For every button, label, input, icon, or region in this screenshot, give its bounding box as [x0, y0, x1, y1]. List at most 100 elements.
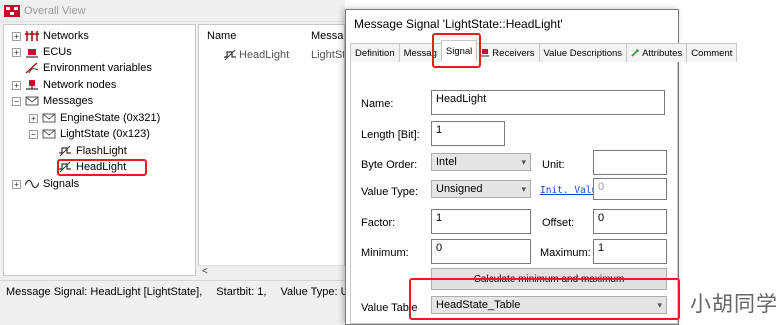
receivers-icon [481, 49, 490, 57]
length-label: Length [Bit]: [361, 129, 420, 141]
signal-icon [224, 49, 236, 61]
value-type-label: Value Type: [361, 186, 419, 198]
value-type-select[interactable]: Unsigned ▾ [431, 180, 531, 198]
tree-item-ecus[interactable]: + ECUs [12, 44, 72, 60]
tree-item-environment-variables[interactable]: Environment variables [25, 60, 152, 76]
tab-message[interactable]: Messag [398, 43, 442, 62]
minimum-field[interactable]: 0 [431, 239, 531, 264]
network-node-icon [26, 80, 38, 90]
tree-label: ECUs [43, 46, 72, 58]
name-field[interactable]: HeadLight [431, 90, 665, 115]
tree-label: Messages [43, 95, 94, 107]
minimum-label: Minimum: [361, 247, 409, 259]
status-bar: Message Signal: HeadLight [LightState], … [0, 280, 345, 302]
list-header: Name Messag [199, 27, 344, 45]
init-value-field[interactable]: 0 [593, 178, 667, 200]
tab-attributes[interactable]: Attributes [626, 43, 688, 62]
expand-icon[interactable]: + [12, 80, 21, 90]
tree-label: FlashLight [76, 145, 127, 157]
expand-icon[interactable]: + [29, 113, 38, 123]
calculate-min-max-button[interactable]: Calculate minimum and maximum [431, 268, 667, 290]
tab-label: Attributes [642, 47, 683, 59]
status-value-type: Value Type: U [280, 285, 345, 298]
dialog-title: Message Signal 'LightState::HeadLight' [354, 17, 563, 31]
column-header-message[interactable]: Messag [311, 30, 344, 42]
byte-order-select[interactable]: Intel ▾ [431, 153, 531, 171]
status-startbit: Startbit: 1, [216, 285, 267, 298]
message-icon [42, 129, 56, 139]
chevron-down-icon: ▾ [521, 183, 526, 194]
value-table-value: HeadState_Table [436, 299, 521, 311]
signal-tab-panel: Name: HeadLight Length [Bit]: 1 Byte Ord… [350, 62, 678, 324]
ecu-icon [26, 49, 38, 58]
message-icon [42, 113, 56, 123]
length-field[interactable]: 1 [431, 121, 505, 146]
name-label: Name: [361, 98, 394, 110]
object-tree: + Networks + ECUs Environment variables [3, 24, 196, 276]
tab-label: Comment [691, 47, 733, 59]
value-table-select[interactable]: HeadState_Table ▾ [431, 296, 667, 314]
overall-view-window: Overall View + Networks + ECUs Environme… [0, 0, 345, 325]
collapse-icon[interactable]: − [29, 129, 38, 139]
signal-list: Name Messag HeadLight LightSt [198, 24, 345, 276]
expand-icon[interactable]: + [12, 31, 21, 41]
networks-icon [25, 31, 39, 41]
overall-view-title: Overall View [24, 4, 86, 17]
env-variable-icon [25, 62, 39, 74]
tree-item-network-nodes[interactable]: + Network nodes [12, 77, 116, 93]
tab-value-descriptions[interactable]: Value Descriptions [538, 43, 628, 62]
dialog-tabs: Definition Messag Signal Receivers Value… [350, 40, 738, 62]
overall-view-titlebar: Overall View [0, 0, 345, 22]
tree-item-headlight[interactable]: HeadLight [58, 159, 126, 175]
tab-label: Messag [403, 47, 437, 59]
column-header-name[interactable]: Name [207, 30, 236, 42]
horizontal-scrollbar[interactable]: < [198, 265, 345, 278]
maximum-field[interactable]: 1 [593, 239, 667, 264]
tab-label: Value Descriptions [543, 47, 623, 59]
tree-item-signals[interactable]: + Signals [12, 176, 79, 192]
tree-item-enginestate[interactable]: + EngineState (0x321) [29, 110, 160, 126]
tab-signal[interactable]: Signal [440, 40, 478, 62]
chevron-down-icon: ▾ [521, 156, 526, 167]
tab-definition[interactable]: Definition [350, 43, 400, 62]
tab-label: Signal [445, 45, 473, 57]
expand-icon[interactable]: + [12, 179, 21, 189]
watermark: 小胡同学 [690, 292, 778, 316]
tab-label: Receivers [492, 47, 535, 59]
tree-label: Networks [43, 30, 89, 42]
expand-icon[interactable]: + [12, 47, 21, 57]
signal-icon [59, 145, 71, 157]
factor-field[interactable]: 1 [431, 209, 531, 234]
tree-label: LightState (0x123) [60, 128, 150, 140]
init-value-link[interactable]: Init. Valu [540, 185, 597, 196]
tree-item-flashlight[interactable]: FlashLight [58, 143, 127, 159]
message-signal-dialog: Message Signal 'LightState::HeadLight' D… [345, 9, 738, 325]
tree-label: HeadLight [76, 161, 127, 173]
message-icon [25, 96, 39, 106]
status-signal: Message Signal: HeadLight [LightState], [6, 285, 203, 298]
offset-field[interactable]: 0 [593, 209, 667, 234]
tree-item-networks[interactable]: + Networks [12, 28, 89, 44]
signal-icon [59, 161, 71, 173]
tab-comment[interactable]: Comment [686, 43, 738, 62]
tree-item-lightstate[interactable]: − LightState (0x123) [29, 126, 150, 142]
collapse-icon[interactable]: − [12, 96, 21, 106]
unit-label: Unit: [542, 159, 565, 171]
tree-label: Signals [43, 178, 80, 190]
byte-order-label: Byte Order: [361, 159, 418, 171]
signals-icon [25, 179, 39, 189]
value-type-value: Unsigned [436, 183, 483, 195]
overall-view-app-icon [4, 4, 20, 17]
scroll-left-icon[interactable]: < [202, 266, 208, 277]
unit-field[interactable] [593, 150, 667, 175]
attributes-icon [631, 49, 639, 57]
chevron-down-icon: ▾ [657, 299, 662, 310]
factor-label: Factor: [361, 217, 396, 229]
list-item[interactable]: HeadLight LightSt [199, 47, 344, 63]
byte-order-value: Intel [436, 156, 457, 168]
list-item-name: HeadLight [239, 49, 290, 61]
tree-item-messages[interactable]: − Messages [12, 93, 93, 109]
tree-label: Environment variables [43, 62, 152, 74]
tab-receivers[interactable]: Receivers [476, 43, 540, 62]
tab-label: Definition [355, 47, 395, 59]
